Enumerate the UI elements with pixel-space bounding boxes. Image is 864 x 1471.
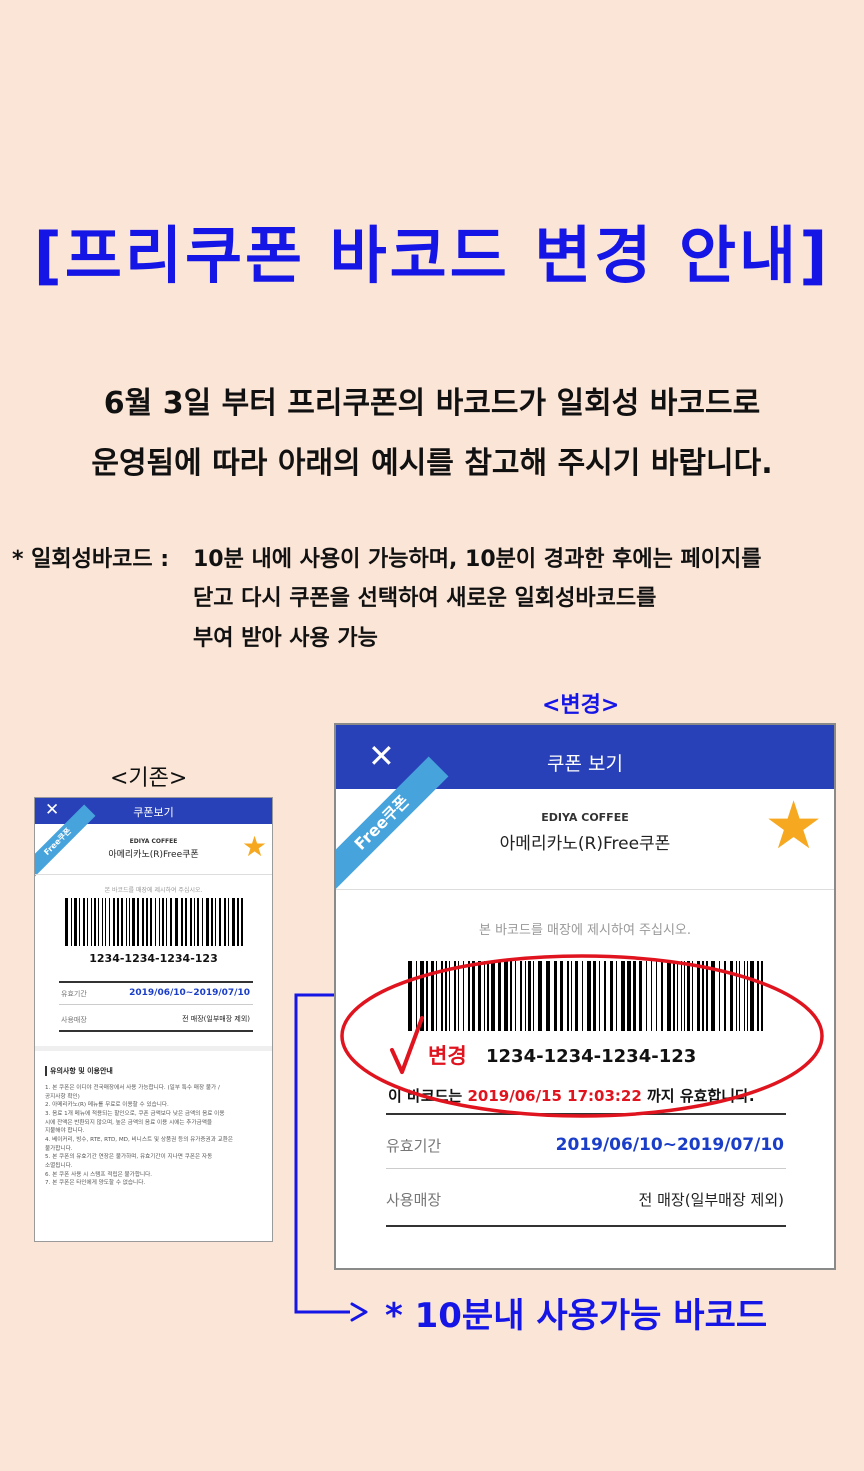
callout-text: * 10분내 사용가능 바코드 [385,1296,768,1336]
changed-mark: 변경 [428,1044,467,1068]
highlight-overlay [294,954,824,1322]
arrow-head-icon [350,1302,368,1322]
check-mark-icon [390,1016,424,1074]
